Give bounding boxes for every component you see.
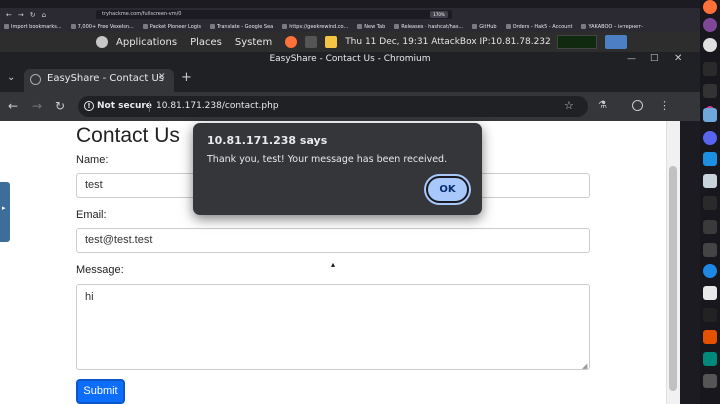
bookmark-icon (142, 24, 148, 29)
security-label[interactable]: Not secure (97, 101, 152, 111)
bookmark-icon (472, 24, 478, 29)
app-dock-icon[interactable] (703, 308, 717, 322)
window-title: EasyShare - Contact Us - Chromium (0, 52, 700, 67)
name-label: Name: (76, 154, 109, 166)
vscode-dock-icon[interactable] (703, 152, 717, 166)
system-menu[interactable]: System (235, 37, 272, 48)
bookmark-star-icon[interactable]: ☆ (564, 99, 574, 112)
back-icon[interactable]: ← (8, 99, 18, 113)
tab-favicon-icon (30, 74, 41, 85)
forward-icon[interactable]: → (32, 99, 42, 113)
menu-kebab-icon[interactable]: ⋮ (659, 99, 670, 112)
app-dock-icon[interactable] (703, 243, 717, 257)
email-label: Email: (76, 209, 107, 221)
firefox-tab-strip (0, 0, 700, 8)
zoom-badge[interactable]: 170% (430, 11, 448, 18)
page-title: Contact Us (76, 124, 180, 147)
bookmark-item[interactable]: Translate - Google Sea (209, 24, 273, 30)
dialog-message: Thank you, test! Your message has been r… (207, 154, 448, 165)
scrollbar-thumb[interactable] (669, 166, 677, 391)
app-dock-icon[interactable] (703, 264, 717, 278)
bookmark-icon (357, 24, 363, 29)
tor-dock-icon[interactable] (703, 18, 717, 32)
ok-button[interactable]: OK (426, 176, 469, 203)
mouse-cursor-icon: ▴ (331, 260, 336, 269)
url-text[interactable]: 10.81.171.238/contact.php (156, 101, 279, 111)
email-field[interactable]: test@test.test (76, 228, 590, 253)
system-logo-icon[interactable] (96, 36, 108, 48)
tab-search-icon[interactable]: ⌄ (7, 72, 15, 83)
tab-title: EasyShare - Contact Us (47, 73, 165, 84)
app-dock-icon[interactable] (703, 330, 717, 344)
bookmark-item[interactable]: 7,000+ Free Vexelsn... (70, 24, 134, 30)
firefox-launcher-icon[interactable] (285, 36, 298, 48)
resize-grip-icon[interactable]: ◢ (582, 362, 587, 370)
desktop-panel: Applications Places System Thu 11 Dec, 1… (0, 32, 700, 52)
home-icon[interactable]: ⌂ (42, 11, 46, 19)
profile-icon[interactable] (632, 100, 643, 111)
back-icon[interactable]: ← (6, 11, 12, 19)
submit-button[interactable]: Submit (76, 379, 125, 404)
app-dock-icon[interactable] (703, 286, 717, 300)
panel-status-text: Thu 11 Dec, 19:31 AttackBox IP:10.81.78.… (345, 37, 551, 47)
app-dock-icon[interactable] (703, 84, 717, 98)
reload-icon[interactable]: ↻ (55, 99, 65, 113)
chromium-panel-icon[interactable] (604, 35, 627, 49)
tab-close-icon[interactable]: ✕ (158, 72, 166, 82)
message-textarea[interactable]: hi (76, 284, 590, 370)
app-dock-icon[interactable] (703, 196, 717, 210)
new-tab-icon[interactable]: + (181, 70, 192, 85)
bookmark-item[interactable]: Packet Pioneer Logis (142, 24, 201, 30)
bookmarks-toolbar: Import bookmarks... 7,000+ Free Vexelsn.… (0, 21, 700, 32)
bookmark-item[interactable]: Import bookmarks... (4, 24, 62, 30)
forward-icon[interactable]: → (18, 11, 24, 19)
discord-dock-icon[interactable] (703, 131, 717, 145)
tv-dock-icon[interactable] (703, 62, 717, 76)
bookmark-icon (4, 24, 9, 29)
labs-flask-icon[interactable]: ⚗ (598, 100, 607, 111)
bookmark-icon (70, 24, 76, 29)
bookmark-item[interactable]: YAKABOO – інтернет- (581, 24, 643, 30)
bookmark-icon (505, 24, 511, 29)
applications-menu[interactable]: Applications (116, 37, 177, 48)
bookmark-item[interactable]: GitHub (472, 24, 497, 30)
firefox-url-bar[interactable]: tryhackme.com/fullscreen-vm/0 (96, 10, 452, 19)
message-label: Message: (76, 264, 124, 276)
chevron-right-icon: ▸ (2, 204, 6, 212)
side-panel-toggle[interactable] (0, 182, 10, 242)
bookmark-item[interactable]: New Tab (357, 24, 385, 30)
bookmark-icon (282, 24, 288, 29)
finder-dock-icon[interactable] (703, 108, 717, 122)
terminal-dock-icon[interactable] (703, 220, 717, 234)
bookmark-icon (394, 24, 400, 29)
tool-launcher-icon[interactable] (325, 36, 338, 48)
not-secure-icon[interactable]: ! (84, 101, 94, 111)
bookmark-icon (581, 24, 587, 29)
bookmark-item[interactable]: Releases · hashcat/has... (394, 24, 463, 30)
places-menu[interactable]: Places (190, 37, 222, 48)
close-window-icon[interactable]: ✕ (674, 53, 682, 64)
minimize-icon[interactable]: — (627, 54, 636, 64)
reload-icon[interactable]: ↻ (30, 11, 36, 19)
bookmark-item[interactable]: Orders - Hak5 - Account (505, 24, 572, 30)
cpu-graph (556, 35, 597, 49)
address-bar[interactable] (78, 96, 588, 117)
terminal-launcher-icon[interactable] (305, 36, 318, 48)
dialog-title: 10.81.171.238 says (207, 134, 328, 147)
app-dock-icon[interactable] (703, 374, 717, 388)
bookmark-item[interactable]: https://geekrewind.co... (282, 24, 348, 30)
app-dock-icon[interactable] (703, 174, 717, 188)
chrome-dock-icon[interactable] (703, 38, 717, 52)
app-dock-icon[interactable] (703, 352, 717, 366)
maximize-icon[interactable]: □ (650, 53, 659, 63)
bookmark-icon (209, 24, 215, 29)
firefox-dock-icon[interactable] (703, 0, 717, 14)
omnibox-divider (149, 101, 150, 112)
